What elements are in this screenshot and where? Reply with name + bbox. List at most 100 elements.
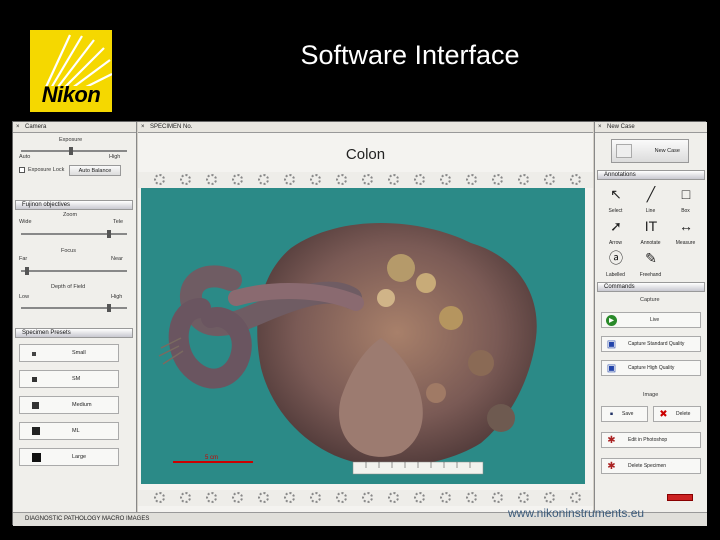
- auto-balance-button[interactable]: Auto Balance: [69, 165, 121, 176]
- text-icon: IT: [644, 218, 658, 234]
- preset-swatch: [32, 377, 37, 382]
- exposure-slider[interactable]: [21, 150, 127, 152]
- camera-panel-header[interactable]: × Camera: [13, 122, 136, 133]
- zoom-slider[interactable]: [21, 233, 127, 235]
- depth-left-label: Low: [19, 294, 30, 300]
- zoom-right-label: Tele: [113, 219, 124, 225]
- depth-right-label: High: [111, 294, 123, 300]
- slide-title: Software Interface: [300, 40, 520, 70]
- save-button[interactable]: ▪ Save: [601, 406, 648, 422]
- nikon-logo: Nikon: [30, 30, 112, 112]
- left-panel: × Camera Exposure Auto High Exposure Loc…: [13, 122, 137, 526]
- arrow-icon: ➚: [610, 218, 622, 234]
- commands-header: Commands: [597, 282, 705, 292]
- tool-freehand[interactable]: ✎ Freehand: [634, 248, 667, 278]
- logo-wordmark: Nikon: [41, 82, 101, 107]
- zoom-slider-thumb[interactable]: [107, 230, 111, 238]
- zoom-label: Zoom: [63, 212, 78, 218]
- edit-button-label: Edit in Photoshop: [628, 437, 668, 443]
- depth-slider-thumb[interactable]: [107, 304, 111, 312]
- pen-icon: ✎: [645, 250, 657, 266]
- capture-standard-button[interactable]: ▣ Capture Standard Quality: [601, 336, 701, 352]
- delete-button-label: Delete: [676, 411, 691, 417]
- preset-sm[interactable]: SM: [19, 370, 119, 388]
- depth-slider[interactable]: [21, 307, 127, 309]
- preset-large[interactable]: Large: [19, 448, 119, 466]
- delete-button[interactable]: ✖ Delete: [653, 406, 701, 422]
- scale-bar-label: 5 cm: [205, 455, 219, 461]
- tool-arrow[interactable]: ➚ Arrow: [599, 216, 632, 246]
- objectives-header: Fujinon objectives: [15, 200, 133, 210]
- battery-indicator: [667, 494, 693, 501]
- preset-label: Large: [72, 454, 87, 460]
- tool-annotate[interactable]: IT Annotate: [634, 216, 667, 246]
- preset-swatch: [32, 402, 39, 409]
- new-case-header-label: New Case: [607, 124, 635, 130]
- right-panel: × New Case New Case Annotations ↖ Select…: [594, 122, 707, 526]
- exposure-label: Exposure: [59, 137, 83, 143]
- camera-icon: ▣: [606, 339, 617, 350]
- new-case-header[interactable]: × New Case: [595, 122, 707, 133]
- tool-label: Annotate: [640, 240, 661, 246]
- exposure-slider-thumb[interactable]: [69, 147, 73, 155]
- edit-icon: ✱: [607, 435, 616, 446]
- exposure-lock-label: Exposure Lock: [28, 167, 65, 173]
- tool-measure[interactable]: ↔ Measure: [669, 216, 702, 246]
- tool-select[interactable]: ↖ Select: [599, 184, 632, 214]
- measure-icon: ↔: [679, 218, 693, 234]
- focus-left-label: Far: [19, 256, 28, 262]
- presets-header: Specimen Presets: [15, 328, 133, 338]
- focus-slider-thumb[interactable]: [25, 267, 29, 275]
- preset-swatch: [32, 453, 41, 462]
- preset-medium[interactable]: Medium: [19, 396, 119, 414]
- tool-label: Line: [645, 208, 656, 214]
- exposure-left-label: Auto: [19, 154, 31, 160]
- edit-photoshop-button[interactable]: ✱ Edit in Photoshop: [601, 432, 701, 448]
- tool-label: Measure: [675, 240, 696, 246]
- specimen-title: Colon: [345, 146, 386, 163]
- save-icon: ▪: [609, 409, 614, 420]
- preset-label: ML: [72, 428, 80, 434]
- specimen-photo: [141, 188, 585, 484]
- new-case-icon: [616, 144, 632, 158]
- watermark: www.nikoninstruments.eu: [508, 506, 645, 520]
- new-case-button[interactable]: New Case: [611, 139, 689, 163]
- film-strip-top: [138, 172, 593, 188]
- close-icon[interactable]: ×: [16, 122, 20, 133]
- live-button-label: Live: [650, 317, 660, 323]
- preset-label: SM: [72, 376, 81, 382]
- close-icon[interactable]: ×: [141, 122, 145, 133]
- new-case-button-label: New Case: [654, 148, 680, 154]
- play-icon: ▸: [606, 315, 617, 326]
- live-button[interactable]: ▸ Live: [601, 312, 701, 328]
- delete-specimen-icon: ✱: [607, 461, 616, 472]
- status-text: DIAGNOSTIC PATHOLOGY MACRO IMAGES: [25, 516, 150, 522]
- preset-swatch: [32, 352, 36, 356]
- labelled-icon: ⓐ: [609, 250, 623, 266]
- delete-specimen-button[interactable]: ✱ Delete Specimen: [601, 458, 701, 474]
- preset-label: Medium: [72, 402, 92, 408]
- tool-label: Arrow: [608, 240, 623, 246]
- capture-high-button[interactable]: ▣ Capture High Quality: [601, 360, 701, 376]
- specimen-header-label: SPECIMEN No.: [150, 124, 193, 130]
- preset-label: Small: [72, 350, 86, 356]
- capture-standard-label: Capture Standard Quality: [628, 341, 685, 347]
- camera-header-label: Camera: [25, 124, 47, 130]
- film-strip-bottom: [138, 490, 593, 506]
- focus-label: Focus: [61, 248, 76, 254]
- focus-slider[interactable]: [21, 270, 127, 272]
- close-icon[interactable]: ×: [598, 122, 602, 133]
- tool-label: Box: [681, 208, 690, 214]
- tool-labelled[interactable]: ⓐ Labelled: [599, 248, 632, 278]
- capture-label: Capture: [640, 297, 660, 303]
- annotations-header: Annotations: [597, 170, 705, 180]
- depth-label: Depth of Field: [51, 284, 86, 290]
- preset-ml[interactable]: ML: [19, 422, 119, 440]
- tool-label: Select: [608, 208, 623, 214]
- zoom-left-label: Wide: [19, 219, 32, 225]
- specimen-panel-header[interactable]: × SPECIMEN No.: [138, 122, 593, 133]
- preset-small[interactable]: Small: [19, 344, 119, 362]
- tool-line[interactable]: ╱ Line: [634, 184, 667, 214]
- exposure-lock-checkbox[interactable]: [19, 167, 25, 173]
- tool-box[interactable]: □ Box: [669, 184, 702, 214]
